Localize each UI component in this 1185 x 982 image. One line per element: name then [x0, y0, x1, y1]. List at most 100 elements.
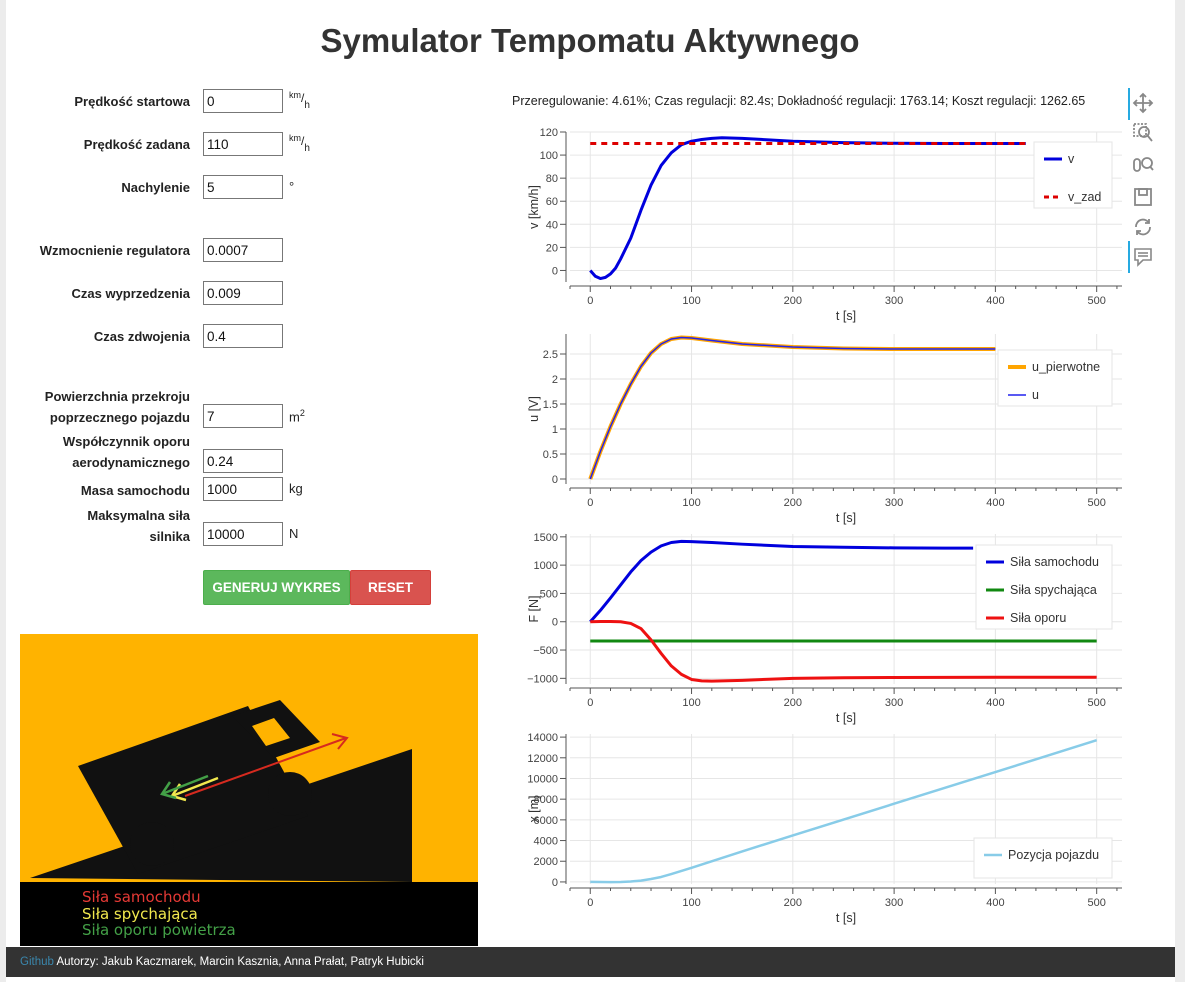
sila-input[interactable]: 10000	[203, 522, 283, 546]
wspolczynnik-input[interactable]: 0.24	[203, 449, 283, 473]
x-tick-label: 200	[784, 697, 802, 709]
legend-label: Pozycja pojazdu	[1008, 848, 1099, 862]
y-tick-label: 0	[552, 877, 558, 889]
x-tick-label: 400	[986, 295, 1004, 307]
y-tick-label: 100	[540, 150, 558, 162]
y-tick-label: 0	[552, 265, 558, 277]
regulation-metrics: Przeregulowanie: 4.61%; Czas regulacji: …	[512, 94, 1086, 108]
predkosc-startowa-input[interactable]: 0	[203, 89, 283, 113]
sila-unit: N	[289, 526, 299, 541]
legend-label: Siła samochodu	[1010, 555, 1099, 569]
y-tick-label: 10000	[527, 773, 558, 785]
y-axis-label: F [N]	[527, 595, 541, 622]
y-tick-label: 4000	[534, 836, 558, 848]
wspolczynnik-label-line: aerodynamicznego	[72, 455, 190, 470]
y-tick-label: 0.5	[543, 449, 558, 461]
velocity-chart[interactable]: 0 100 200 300 400 500 0 20 40 60 80 100 120 t [s] v [k…	[512, 126, 1127, 326]
y-tick-label: 1000	[534, 560, 558, 572]
x-tick-label: 200	[784, 295, 802, 307]
x-axis-label: t [s]	[836, 309, 856, 323]
truck-slope-image: Siła samochodu Siła spychająca Siła opor…	[20, 634, 478, 946]
github-link[interactable]: Github	[20, 956, 54, 968]
y-tick-label: 1.5	[543, 399, 558, 411]
voltage-chart[interactable]: 0 100 200 300 400 500 0 0.5 1 1.5 2 2.5 t [s] u [V] u_…	[512, 328, 1127, 528]
hover-icon[interactable]	[1132, 246, 1154, 268]
y-tick-label: −1000	[527, 673, 558, 685]
y-tick-label: 120	[540, 127, 558, 139]
predkosc-zadana-unit: km/h	[289, 133, 310, 154]
sila-label: Maksymalna siła silnika	[20, 505, 190, 547]
truck-illustration: Siła samochodu Siła spychająca Siła opor…	[20, 634, 478, 946]
series-line	[589, 136, 1026, 281]
x-tick-label: 400	[986, 897, 1004, 909]
legend-label: Siła oporu	[1010, 611, 1066, 625]
y-tick-label: 80	[546, 173, 558, 185]
x-tick-label: 100	[682, 295, 700, 307]
legend-label: v	[1068, 152, 1075, 166]
x-tick-label: 200	[784, 897, 802, 909]
series-line	[589, 539, 974, 623]
y-tick-label: 1500	[534, 532, 558, 544]
x-tick-label: 400	[986, 497, 1004, 509]
powierzchnia-unit: m2	[289, 408, 305, 425]
y-axis-label: v [km/h]	[527, 185, 541, 229]
y-tick-label: 1	[552, 424, 558, 436]
wspolczynnik-label: Współczynnik oporu aerodynamicznego	[20, 431, 190, 473]
predkosc-zadana-input[interactable]: 110	[203, 132, 283, 156]
legend-car-force: Siła samochodu	[82, 888, 201, 906]
y-tick-label: 12000	[527, 753, 558, 765]
chart-toolbar	[1128, 88, 1158, 278]
footer: Github Autorzy: Jakub Kaczmarek, Marcin …	[6, 947, 1175, 977]
box-zoom-icon[interactable]	[1132, 122, 1154, 144]
nachylenie-input[interactable]: 5	[203, 175, 283, 199]
y-axis-label: x [m]	[527, 795, 541, 822]
czas-wyprzedzenia-input[interactable]: 0.009	[203, 281, 283, 305]
wzmocnienie-input[interactable]: 0.0007	[203, 238, 283, 262]
x-tick-label: 0	[587, 295, 593, 307]
czas-wyprzedzenia-label: Czas wyprzedzenia	[71, 286, 191, 301]
y-tick-label: 2	[552, 374, 558, 386]
wspolczynnik-label-line: Współczynnik oporu	[62, 434, 190, 449]
x-tick-label: 0	[587, 497, 593, 509]
y-tick-label: 14000	[527, 732, 558, 744]
legend-label: u_pierwotne	[1032, 360, 1100, 374]
pan-icon[interactable]	[1132, 92, 1154, 114]
powierzchnia-label: Powierzchnia przekroju poprzecznego pojaz…	[20, 386, 190, 428]
x-tick-label: 500	[1087, 697, 1105, 709]
force-chart[interactable]: 0 100 200 300 400 500 −1000 −500 0 500 1000 1500 t […	[512, 528, 1127, 728]
y-tick-label: 40	[546, 219, 558, 231]
x-tick-label: 100	[682, 897, 700, 909]
masa-label: Masa samochodu	[80, 483, 190, 498]
legend-label: v_zad	[1068, 190, 1101, 204]
powierzchnia-label-line: Powierzchnia przekroju	[44, 389, 190, 404]
x-tick-label: 200	[784, 497, 802, 509]
y-axis-label: u [V]	[527, 396, 541, 422]
legend-label: u	[1032, 388, 1039, 402]
authors-text: Autorzy: Jakub Kaczmarek, Marcin Kasznia…	[56, 956, 424, 968]
masa-unit: kg	[289, 481, 303, 496]
position-chart[interactable]: 0 100 200 300 400 500020004000600080001000012…	[512, 728, 1127, 928]
x-tick-label: 300	[885, 897, 903, 909]
x-tick-label: 500	[1087, 897, 1105, 909]
save-icon[interactable]	[1132, 186, 1154, 208]
wheel-zoom-icon[interactable]	[1132, 154, 1154, 176]
predkosc-startowa-label: Prędkość startowa	[74, 94, 190, 109]
x-axis-label: t [s]	[836, 711, 856, 725]
generate-chart-button[interactable]: GENERUJ WYKRES	[203, 570, 350, 605]
reset-icon[interactable]	[1132, 216, 1154, 238]
powierzchnia-input[interactable]: 7	[203, 404, 283, 428]
x-tick-label: 300	[885, 295, 903, 307]
czas-zdwojenia-input[interactable]: 0.4	[203, 324, 283, 348]
x-tick-label: 0	[587, 697, 593, 709]
y-tick-label: 20	[546, 242, 558, 254]
x-tick-label: 100	[682, 697, 700, 709]
sila-label-line: Maksymalna siła	[87, 508, 190, 523]
legend-box	[997, 349, 1113, 407]
predkosc-startowa-unit: km/h	[289, 90, 310, 111]
x-axis-label: t [s]	[836, 511, 856, 525]
x-tick-label: 500	[1087, 497, 1105, 509]
legend-air-force: Siła oporu powietrza	[82, 921, 236, 939]
masa-input[interactable]: 1000	[203, 477, 283, 501]
y-tick-label: 60	[546, 196, 558, 208]
reset-button[interactable]: RESET	[350, 570, 431, 605]
